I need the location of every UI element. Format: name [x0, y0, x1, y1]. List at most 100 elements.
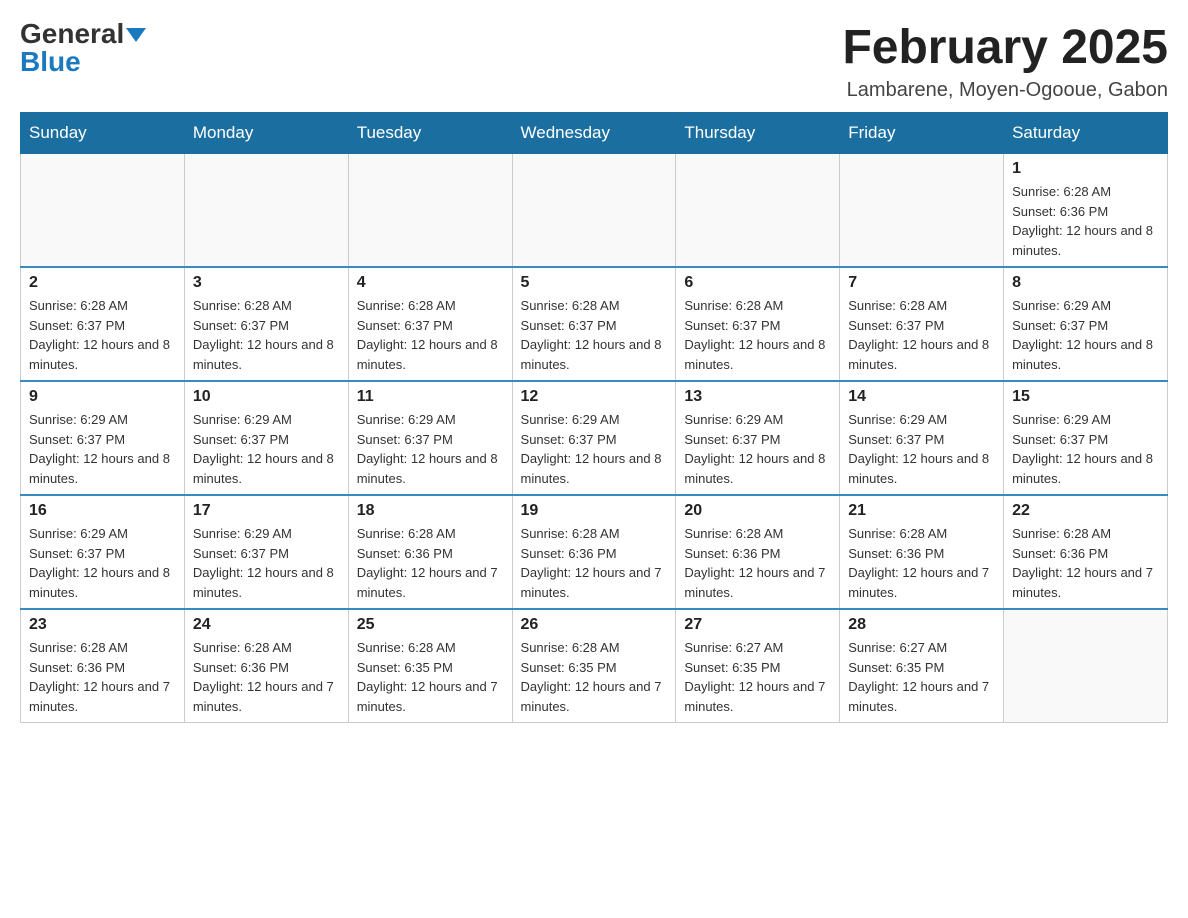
day-number: 12 — [521, 388, 668, 406]
day-info: Sunrise: 6:28 AMSunset: 6:36 PMDaylight:… — [1012, 182, 1159, 260]
calendar-cell: 20 Sunrise: 6:28 AMSunset: 6:36 PMDayligh… — [676, 495, 840, 609]
day-info: Sunrise: 6:28 AMSunset: 6:36 PMDaylight:… — [193, 638, 340, 716]
day-number: 17 — [193, 502, 340, 520]
page-header: General Blue February 2025 Lambarene, Mo… — [20, 20, 1168, 102]
day-info: Sunrise: 6:29 AMSunset: 6:37 PMDaylight:… — [29, 410, 176, 488]
day-info: Sunrise: 6:28 AMSunset: 6:36 PMDaylight:… — [357, 524, 504, 602]
col-header-saturday: Saturday — [1004, 113, 1168, 154]
calendar-table: SundayMondayTuesdayWednesdayThursdayFrid… — [20, 112, 1168, 723]
day-number: 27 — [684, 616, 831, 634]
calendar-cell — [512, 154, 676, 268]
day-number: 24 — [193, 616, 340, 634]
title-section: February 2025 Lambarene, Moyen-Ogooue, G… — [842, 20, 1168, 102]
calendar-cell: 26 Sunrise: 6:28 AMSunset: 6:35 PMDayligh… — [512, 609, 676, 723]
day-info: Sunrise: 6:28 AMSunset: 6:35 PMDaylight:… — [521, 638, 668, 716]
day-number: 7 — [848, 274, 995, 292]
calendar-cell: 7 Sunrise: 6:28 AMSunset: 6:37 PMDaylight… — [840, 267, 1004, 381]
day-number: 19 — [521, 502, 668, 520]
calendar-week-row: 23Sunrise: 6:28 AMSunset: 6:36 PMDayligh… — [21, 609, 1168, 723]
day-info: Sunrise: 6:29 AMSunset: 6:37 PMDaylight:… — [848, 410, 995, 488]
day-number: 6 — [684, 274, 831, 292]
calendar-cell: 28 Sunrise: 6:27 AMSunset: 6:35 PMDayligh… — [840, 609, 1004, 723]
calendar-week-row: 2 Sunrise: 6:28 AMSunset: 6:37 PMDaylight… — [21, 267, 1168, 381]
calendar-week-row: 16 Sunrise: 6:29 AMSunset: 6:37 PMDayligh… — [21, 495, 1168, 609]
day-number: 15 — [1012, 388, 1159, 406]
calendar-cell: 27 Sunrise: 6:27 AMSunset: 6:35 PMDayligh… — [676, 609, 840, 723]
day-number: 2 — [29, 274, 176, 292]
day-number: 9 — [29, 388, 176, 406]
calendar-cell: 18 Sunrise: 6:28 AMSunset: 6:36 PMDayligh… — [348, 495, 512, 609]
day-number: 3 — [193, 274, 340, 292]
logo-text: General — [20, 20, 146, 48]
calendar-cell — [840, 154, 1004, 268]
day-info: Sunrise: 6:29 AMSunset: 6:37 PMDaylight:… — [1012, 296, 1159, 374]
day-number: 22 — [1012, 502, 1159, 520]
day-info: Sunrise: 6:29 AMSunset: 6:37 PMDaylight:… — [29, 524, 176, 602]
calendar-cell: 25 Sunrise: 6:28 AMSunset: 6:35 PMDayligh… — [348, 609, 512, 723]
calendar-cell: 22 Sunrise: 6:28 AMSunset: 6:36 PMDayligh… — [1004, 495, 1168, 609]
day-number: 1 — [1012, 160, 1159, 178]
day-info: Sunrise: 6:27 AMSunset: 6:35 PMDaylight:… — [684, 638, 831, 716]
day-info: Sunrise: 6:29 AMSunset: 6:37 PMDaylight:… — [357, 410, 504, 488]
day-info: Sunrise: 6:29 AMSunset: 6:37 PMDaylight:… — [684, 410, 831, 488]
logo-blue: Blue — [20, 48, 81, 76]
calendar-cell — [21, 154, 185, 268]
day-number: 16 — [29, 502, 176, 520]
calendar-week-row: 9 Sunrise: 6:29 AMSunset: 6:37 PMDaylight… — [21, 381, 1168, 495]
day-info: Sunrise: 6:28 AMSunset: 6:36 PMDaylight:… — [1012, 524, 1159, 602]
calendar-cell: 16 Sunrise: 6:29 AMSunset: 6:37 PMDayligh… — [21, 495, 185, 609]
day-info: Sunrise: 6:28 AMSunset: 6:37 PMDaylight:… — [684, 296, 831, 374]
calendar-week-row: 1 Sunrise: 6:28 AMSunset: 6:36 PMDaylight… — [21, 154, 1168, 268]
day-info: Sunrise: 6:29 AMSunset: 6:37 PMDaylight:… — [193, 410, 340, 488]
day-info: Sunrise: 6:28 AMSunset: 6:37 PMDaylight:… — [521, 296, 668, 374]
calendar-cell: 4Sunrise: 6:28 AMSunset: 6:37 PMDaylight… — [348, 267, 512, 381]
day-number: 26 — [521, 616, 668, 634]
day-info: Sunrise: 6:28 AMSunset: 6:35 PMDaylight:… — [357, 638, 504, 716]
day-info: Sunrise: 6:28 AMSunset: 6:37 PMDaylight:… — [29, 296, 176, 374]
calendar-cell — [348, 154, 512, 268]
calendar-cell: 13 Sunrise: 6:29 AMSunset: 6:37 PMDayligh… — [676, 381, 840, 495]
day-info: Sunrise: 6:28 AMSunset: 6:36 PMDaylight:… — [521, 524, 668, 602]
day-info: Sunrise: 6:28 AMSunset: 6:36 PMDaylight:… — [29, 638, 176, 716]
calendar-cell: 2 Sunrise: 6:28 AMSunset: 6:37 PMDaylight… — [21, 267, 185, 381]
day-number: 8 — [1012, 274, 1159, 292]
calendar-cell: 17 Sunrise: 6:29 AMSunset: 6:37 PMDayligh… — [184, 495, 348, 609]
calendar-cell: 3 Sunrise: 6:28 AMSunset: 6:37 PMDaylight… — [184, 267, 348, 381]
day-number: 28 — [848, 616, 995, 634]
calendar-cell: 21Sunrise: 6:28 AMSunset: 6:36 PMDayligh… — [840, 495, 1004, 609]
calendar-cell: 9 Sunrise: 6:29 AMSunset: 6:37 PMDaylight… — [21, 381, 185, 495]
col-header-wednesday: Wednesday — [512, 113, 676, 154]
calendar-cell: 14 Sunrise: 6:29 AMSunset: 6:37 PMDayligh… — [840, 381, 1004, 495]
logo: General Blue — [20, 20, 146, 76]
calendar-cell: 11Sunrise: 6:29 AMSunset: 6:37 PMDayligh… — [348, 381, 512, 495]
subtitle: Lambarene, Moyen-Ogooue, Gabon — [842, 79, 1168, 102]
day-number: 14 — [848, 388, 995, 406]
calendar-cell: 6 Sunrise: 6:28 AMSunset: 6:37 PMDaylight… — [676, 267, 840, 381]
day-number: 10 — [193, 388, 340, 406]
day-info: Sunrise: 6:28 AMSunset: 6:37 PMDaylight:… — [848, 296, 995, 374]
calendar-cell: 10 Sunrise: 6:29 AMSunset: 6:37 PMDayligh… — [184, 381, 348, 495]
calendar-cell: 24 Sunrise: 6:28 AMSunset: 6:36 PMDayligh… — [184, 609, 348, 723]
calendar-cell: 8 Sunrise: 6:29 AMSunset: 6:37 PMDaylight… — [1004, 267, 1168, 381]
day-number: 4 — [357, 274, 504, 292]
day-info: Sunrise: 6:29 AMSunset: 6:37 PMDaylight:… — [193, 524, 340, 602]
day-info: Sunrise: 6:28 AMSunset: 6:36 PMDaylight:… — [684, 524, 831, 602]
calendar-cell: 12 Sunrise: 6:29 AMSunset: 6:37 PMDayligh… — [512, 381, 676, 495]
calendar-cell — [676, 154, 840, 268]
day-number: 5 — [521, 274, 668, 292]
calendar-cell — [184, 154, 348, 268]
day-info: Sunrise: 6:28 AMSunset: 6:37 PMDaylight:… — [193, 296, 340, 374]
day-info: Sunrise: 6:29 AMSunset: 6:37 PMDaylight:… — [521, 410, 668, 488]
day-number: 25 — [357, 616, 504, 634]
calendar-cell: 15Sunrise: 6:29 AMSunset: 6:37 PMDayligh… — [1004, 381, 1168, 495]
day-info: Sunrise: 6:27 AMSunset: 6:35 PMDaylight:… — [848, 638, 995, 716]
day-number: 18 — [357, 502, 504, 520]
calendar-cell — [1004, 609, 1168, 723]
col-header-thursday: Thursday — [676, 113, 840, 154]
day-number: 13 — [684, 388, 831, 406]
col-header-sunday: Sunday — [21, 113, 185, 154]
calendar-cell: 19 Sunrise: 6:28 AMSunset: 6:36 PMDayligh… — [512, 495, 676, 609]
day-number: 20 — [684, 502, 831, 520]
logo-triangle-icon — [126, 28, 146, 42]
col-header-friday: Friday — [840, 113, 1004, 154]
